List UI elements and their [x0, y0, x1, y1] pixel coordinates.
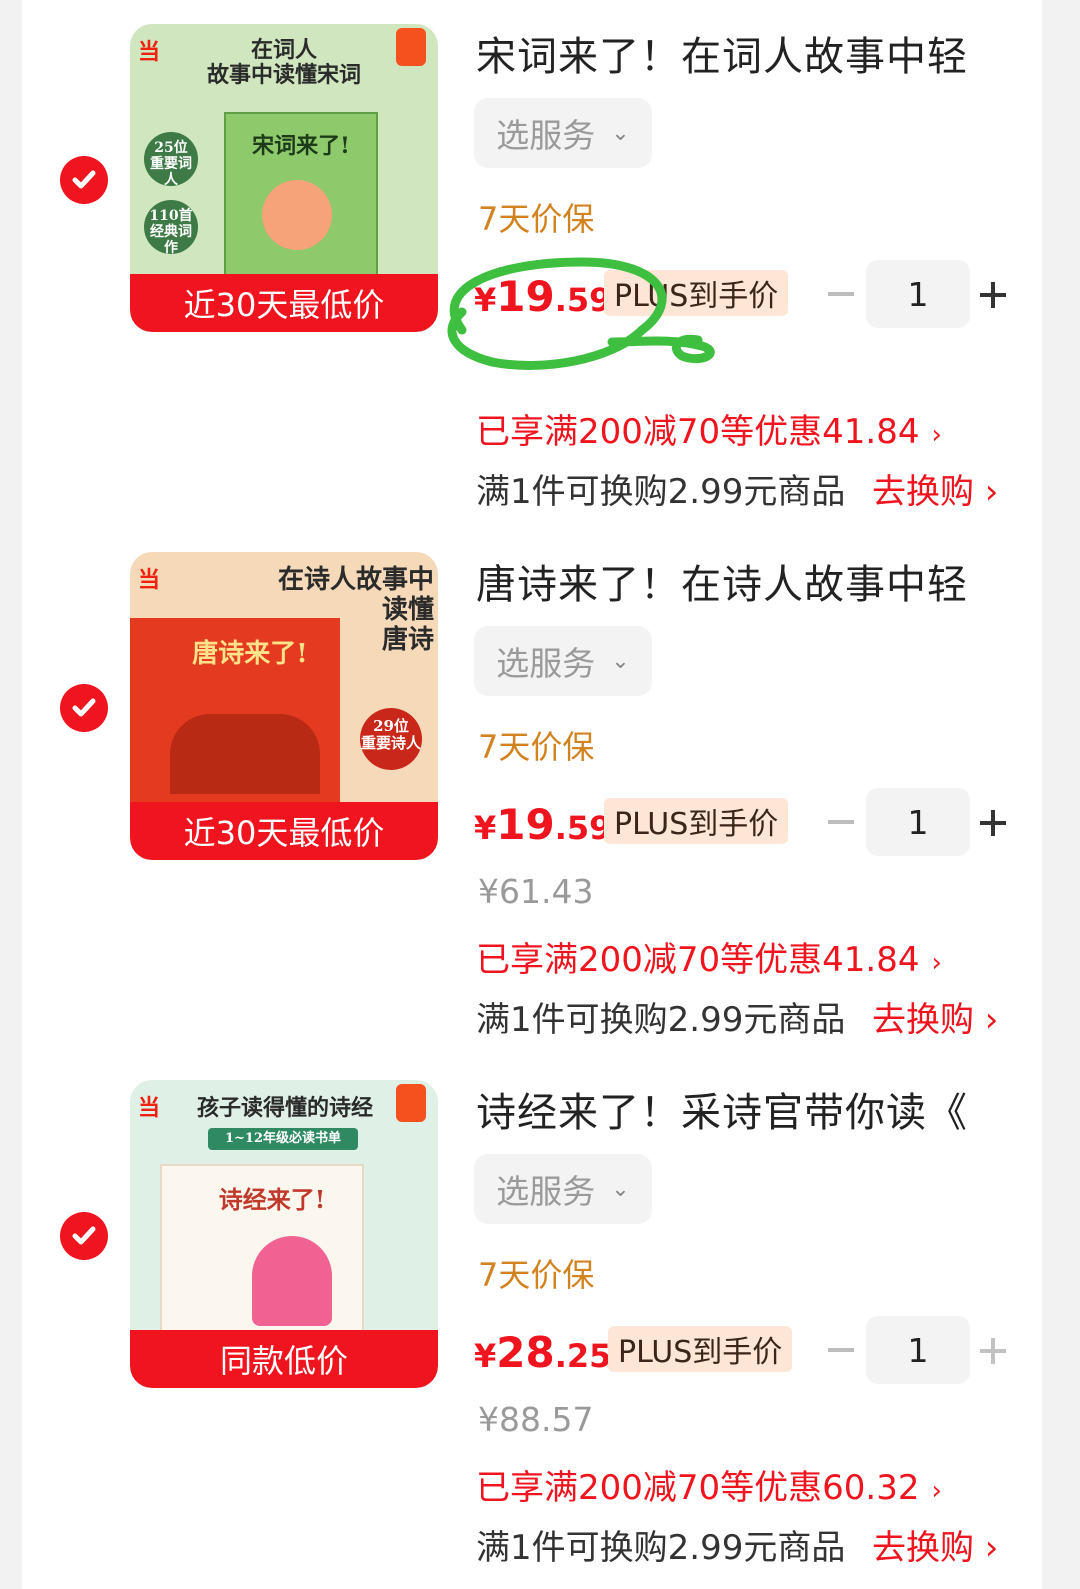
original-price: ¥61.43 — [478, 872, 594, 911]
increase-quantity-button[interactable] — [980, 1336, 1010, 1366]
price-integer: 19 — [496, 272, 555, 321]
exchange-offer: 满1件可换购2.99元商品 — [476, 1000, 846, 1040]
quantity-field[interactable]: 1 — [866, 260, 970, 328]
price-decimal: .59 — [554, 809, 612, 847]
chevron-down-icon: ⌄ — [611, 648, 630, 674]
price-integer: 28 — [496, 1328, 555, 1377]
exchange-offer: 满1件可换购2.99元商品 — [476, 472, 846, 512]
price-guarantee: 7天价保 — [478, 200, 595, 238]
cover-subtitle: 1~12年级必读书单 — [208, 1128, 358, 1150]
price-currency: ¥ — [474, 1337, 497, 1375]
plus-price: ¥28.25 — [474, 1328, 611, 1377]
increase-quantity-button[interactable] — [980, 280, 1010, 310]
book-box: 唐诗来了! — [130, 618, 340, 808]
book-box: 诗经来了! — [160, 1164, 364, 1336]
product-title[interactable]: 唐诗来了！在诗人故事中轻 — [476, 552, 996, 610]
cover-book-title: 唐诗来了! — [192, 639, 308, 669]
crowd-illustration — [170, 714, 320, 794]
product-title[interactable]: 宋词来了！在词人故事中轻 — [476, 24, 996, 82]
price-currency: ¥ — [474, 809, 497, 847]
decrease-quantity-button[interactable] — [828, 820, 854, 824]
discount-text: 已享满200减70等优惠41.84 — [476, 940, 920, 980]
dangdang-logo: 当 — [138, 568, 161, 593]
publisher-logo — [396, 28, 426, 66]
exchange-link[interactable]: 去换购 › — [872, 992, 998, 1041]
cover-note-a: 29位 重要诗人 — [360, 708, 422, 770]
book-box: 宋词来了! — [224, 112, 378, 296]
cover-book-title: 宋词来了! — [252, 133, 350, 159]
decrease-quantity-button[interactable] — [828, 1348, 854, 1352]
product-image[interactable]: 当 孩子读得懂的诗经 1~12年级必读书单 诗经来了! 同款低价 — [130, 1080, 438, 1388]
cart-item: 当 在诗人故事中 读懂 唐诗 唐诗来了! 29位 重要诗人 近30天最低价 唐诗… — [22, 528, 1042, 1056]
chevron-down-icon: ⌄ — [611, 120, 630, 146]
cart-list: 当 在词人 故事中读懂宋词 宋词来了! 25位 重要词人 110首 经典词作 近… — [22, 0, 1042, 1589]
discount-text: 已享满200减70等优惠41.84 — [476, 412, 920, 452]
cover-note-a: 25位 重要词人 — [144, 132, 198, 188]
chevron-right-icon: › — [931, 420, 942, 450]
girl-illustration — [252, 1236, 332, 1326]
price-decimal: .59 — [554, 281, 612, 319]
selected-check-icon[interactable] — [60, 156, 108, 204]
service-label: 选服务 — [496, 1172, 596, 1211]
chevron-right-icon: › — [931, 1476, 942, 1506]
lowest-price-badge: 近30天最低价 — [130, 802, 438, 860]
quantity-field[interactable]: 1 — [866, 788, 970, 856]
decrease-quantity-button[interactable] — [828, 292, 854, 296]
chevron-right-icon: › — [931, 948, 942, 978]
selected-check-icon[interactable] — [60, 684, 108, 732]
selected-check-icon[interactable] — [60, 1212, 108, 1260]
lowest-price-badge: 近30天最低价 — [130, 274, 438, 332]
same-product-low-price-badge: 同款低价 — [130, 1330, 438, 1388]
dangdang-logo: 当 — [138, 40, 161, 65]
plus-price: ¥19.59 — [474, 272, 611, 321]
discount-text: 已享满200减70等优惠60.32 — [476, 1468, 920, 1508]
price-guarantee: 7天价保 — [478, 728, 595, 766]
lotus-illustration — [262, 180, 332, 250]
chevron-down-icon: ⌄ — [611, 1176, 630, 1202]
service-label: 选服务 — [496, 644, 596, 683]
plus-price-tag: PLUS到手价 — [604, 798, 789, 844]
price-decimal: .25 — [554, 1337, 612, 1375]
cover-book-title: 诗经来了! — [218, 1185, 326, 1214]
original-price: ¥88.57 — [478, 1400, 594, 1439]
plus-price: ¥19.59 — [474, 800, 611, 849]
discount-info[interactable]: 已享满200减70等优惠41.84 › — [476, 932, 942, 981]
product-image[interactable]: 当 在词人 故事中读懂宋词 宋词来了! 25位 重要词人 110首 经典词作 近… — [130, 24, 438, 332]
plus-price-tag: PLUS到手价 — [608, 1326, 793, 1372]
product-title[interactable]: 诗经来了！采诗官带你读《 — [476, 1080, 996, 1138]
cover-headline: 在词人 故事中读懂宋词 — [206, 37, 361, 89]
price-guarantee: 7天价保 — [478, 1256, 595, 1294]
publisher-logo — [396, 1084, 426, 1122]
cover-note-b: 110首 经典词作 — [144, 200, 198, 256]
plus-price-tag: PLUS到手价 — [604, 270, 789, 316]
select-service-button[interactable]: 选服务 ⌄ — [474, 1154, 652, 1224]
exchange-offer: 满1件可换购2.99元商品 — [476, 1528, 846, 1568]
increase-quantity-button[interactable] — [980, 808, 1010, 838]
price-currency: ¥ — [474, 281, 497, 319]
select-service-button[interactable]: 选服务 ⌄ — [474, 98, 652, 168]
cart-item: 当 孩子读得懂的诗经 1~12年级必读书单 诗经来了! 同款低价 诗经来了！采诗… — [22, 1056, 1042, 1584]
exchange-link[interactable]: 去换购 › — [872, 1520, 998, 1569]
dangdang-logo: 当 — [138, 1096, 161, 1121]
exchange-link[interactable]: 去换购 › — [872, 464, 998, 513]
product-image[interactable]: 当 在诗人故事中 读懂 唐诗 唐诗来了! 29位 重要诗人 近30天最低价 — [130, 552, 438, 860]
discount-info[interactable]: 已享满200减70等优惠60.32 › — [476, 1460, 942, 1509]
cart-item: 当 在词人 故事中读懂宋词 宋词来了! 25位 重要词人 110首 经典词作 近… — [22, 0, 1042, 528]
service-label: 选服务 — [496, 116, 596, 155]
price-integer: 19 — [496, 800, 555, 849]
cover-headline: 孩子读得懂的诗经 — [196, 1095, 373, 1121]
select-service-button[interactable]: 选服务 ⌄ — [474, 626, 652, 696]
discount-info[interactable]: 已享满200减70等优惠41.84 › — [476, 404, 942, 453]
quantity-field[interactable]: 1 — [866, 1316, 970, 1384]
